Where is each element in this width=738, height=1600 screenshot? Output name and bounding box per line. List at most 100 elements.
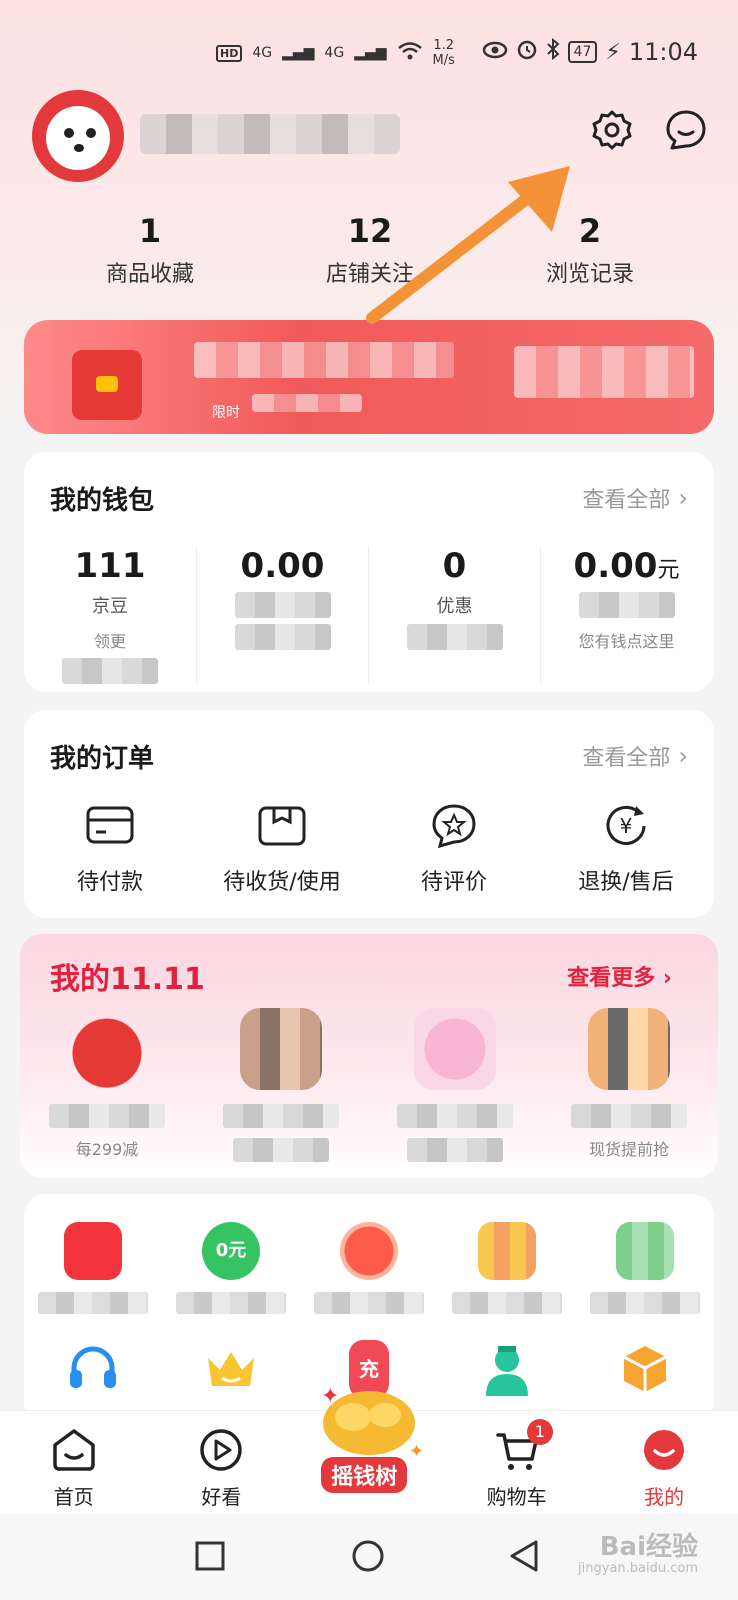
gift-box-icon xyxy=(478,1222,536,1280)
alarm-icon xyxy=(516,38,538,66)
service-item[interactable] xyxy=(300,1222,438,1314)
redacted-text xyxy=(176,1292,286,1314)
message-bubble-icon[interactable] xyxy=(664,108,708,152)
appliance-product-image xyxy=(588,1008,670,1090)
services-row-1: 0元 xyxy=(24,1222,714,1314)
service-item[interactable] xyxy=(576,1340,714,1402)
double11-item[interactable]: 每299减 xyxy=(20,1008,194,1162)
wallet-view-all[interactable]: 查看全部 › xyxy=(582,482,688,514)
tab-money-tree[interactable]: ✦ ✦ 摇钱树 xyxy=(295,1384,443,1514)
service-item[interactable] xyxy=(24,1340,162,1402)
product-image xyxy=(240,1008,322,1090)
service-item[interactable] xyxy=(576,1222,714,1314)
eye-icon xyxy=(482,40,508,65)
order-pending-review[interactable]: 待评价 xyxy=(368,802,540,896)
alarm-clock-icon xyxy=(340,1222,398,1280)
play-video-icon xyxy=(200,1429,243,1471)
signal-bars-icon: ▂▄▆ xyxy=(282,45,315,61)
wallet-value: 0.00 xyxy=(197,546,368,586)
username-redacted[interactable] xyxy=(140,114,400,154)
home-circle-icon[interactable] xyxy=(350,1538,386,1574)
tab-label: 首页 xyxy=(53,1485,94,1509)
order-pending-receipt[interactable]: 待收货/使用 xyxy=(196,802,368,896)
redacted-text xyxy=(397,1104,513,1128)
tab-me[interactable]: 我的 xyxy=(590,1411,738,1514)
wallet-item-balance[interactable]: 0.00 xyxy=(196,546,368,684)
stat-label: 商品收藏 xyxy=(105,262,194,287)
redacted-text xyxy=(406,624,503,650)
stat-history[interactable]: 2 浏览记录 xyxy=(480,212,700,288)
promo-subtext: 限时 xyxy=(212,405,240,421)
wallet-sub: 您有钱点这里 xyxy=(578,632,675,651)
double11-item[interactable] xyxy=(194,1008,368,1162)
double11-title: 我的11.11 xyxy=(50,962,205,997)
stat-label: 浏览记录 xyxy=(545,262,634,287)
wallet-label: 京豆 xyxy=(92,596,128,617)
baidu-watermark: Bai经验 jingyan.baidu.com xyxy=(578,1534,698,1580)
signal-bars-icon: ▂▄▆ xyxy=(354,45,387,61)
orders-title: 我的订单 xyxy=(50,744,155,774)
service-item[interactable] xyxy=(24,1222,162,1314)
green-phone-icon xyxy=(616,1222,674,1280)
network-speed: 1.2 M/s xyxy=(433,38,455,68)
green-tree-icon: 0元 xyxy=(202,1222,260,1280)
settings-gear-icon[interactable] xyxy=(590,108,634,152)
redacted-text xyxy=(49,1104,165,1128)
tab-watch[interactable]: 好看 xyxy=(148,1411,296,1514)
svg-text:✦: ✦ xyxy=(409,1441,424,1462)
view-more-label: 查看更多 xyxy=(567,966,656,991)
double11-card: 我的11.11 查看更多 › 每299减 现货提前抢 xyxy=(20,934,718,1178)
promo-text-redacted xyxy=(194,342,454,378)
signal-4g-2: 4G xyxy=(324,45,345,61)
red-envelope-icon xyxy=(72,350,142,420)
double11-item[interactable] xyxy=(368,1008,542,1162)
wallet-value-number: 0.00 xyxy=(573,546,658,586)
order-label: 待收货/使用 xyxy=(223,870,341,895)
double11-view-more[interactable]: 查看更多 › xyxy=(567,960,672,992)
service-item[interactable] xyxy=(438,1222,576,1314)
promo-button-redacted[interactable] xyxy=(514,346,694,398)
orders-view-all[interactable]: 查看全部 › xyxy=(582,740,688,772)
clock-time: 11:04 xyxy=(628,38,698,66)
charging-icon: ⚡ xyxy=(605,39,621,65)
stat-value: 2 xyxy=(578,212,602,250)
service-item[interactable] xyxy=(438,1340,576,1402)
redacted-text xyxy=(62,658,158,684)
order-label: 待评价 xyxy=(420,870,487,895)
back-triangle-icon[interactable] xyxy=(506,1538,542,1574)
stat-followed-shops[interactable]: 12 店铺关注 xyxy=(260,212,480,288)
redacted-text xyxy=(314,1292,424,1314)
order-after-sales[interactable]: ¥ 退换/售后 xyxy=(540,802,712,896)
hd-indicator: HD xyxy=(216,44,243,62)
wallet-item-coupons[interactable]: 0 优惠 xyxy=(368,546,540,684)
price-protect-icon xyxy=(66,1008,148,1090)
wallet-item-cash[interactable]: 0.00元 您有钱点这里 xyxy=(540,546,712,684)
speed-unit: M/s xyxy=(432,53,455,68)
wallet-sub: 领更 xyxy=(93,632,126,651)
stat-value: 1 xyxy=(138,212,162,250)
tab-cart[interactable]: 1 购物车 xyxy=(443,1411,591,1514)
promo-banner[interactable]: 限时 xyxy=(24,320,714,434)
double11-item[interactable]: 现货提前抢 xyxy=(542,1008,716,1162)
order-pending-payment[interactable]: 待付款 xyxy=(24,802,196,896)
wallet-title: 我的钱包 xyxy=(50,486,155,516)
wallet-card: 我的钱包 查看全部 › 111 京豆 领更 0.00 0 优惠 0.00元 您有… xyxy=(24,452,714,692)
redacted-text xyxy=(234,592,331,618)
jd-mascot-icon xyxy=(46,106,110,170)
stat-favorites[interactable]: 1 商品收藏 xyxy=(40,212,260,288)
system-nav-bar: Bai经验 jingyan.baidu.com xyxy=(0,1514,738,1600)
wallet-item-beans[interactable]: 111 京豆 领更 xyxy=(24,546,196,684)
avatar[interactable] xyxy=(32,90,124,182)
recent-apps-icon[interactable] xyxy=(192,1538,228,1574)
wallet-value-number: 0 xyxy=(442,546,467,586)
service-item[interactable]: 0元 xyxy=(162,1222,300,1314)
svg-text:✦: ✦ xyxy=(321,1385,339,1409)
money-tree-icon: ✦ ✦ 摇钱树 xyxy=(303,1384,435,1505)
wallet-unit: 元 xyxy=(657,558,680,583)
service-item[interactable] xyxy=(162,1340,300,1402)
me-smile-icon xyxy=(644,1430,685,1470)
tab-label: 我的 xyxy=(644,1485,685,1509)
tab-home[interactable]: 首页 xyxy=(0,1411,148,1514)
home-smile-icon xyxy=(53,1429,95,1471)
double11-sub: 每299减 xyxy=(75,1140,139,1159)
